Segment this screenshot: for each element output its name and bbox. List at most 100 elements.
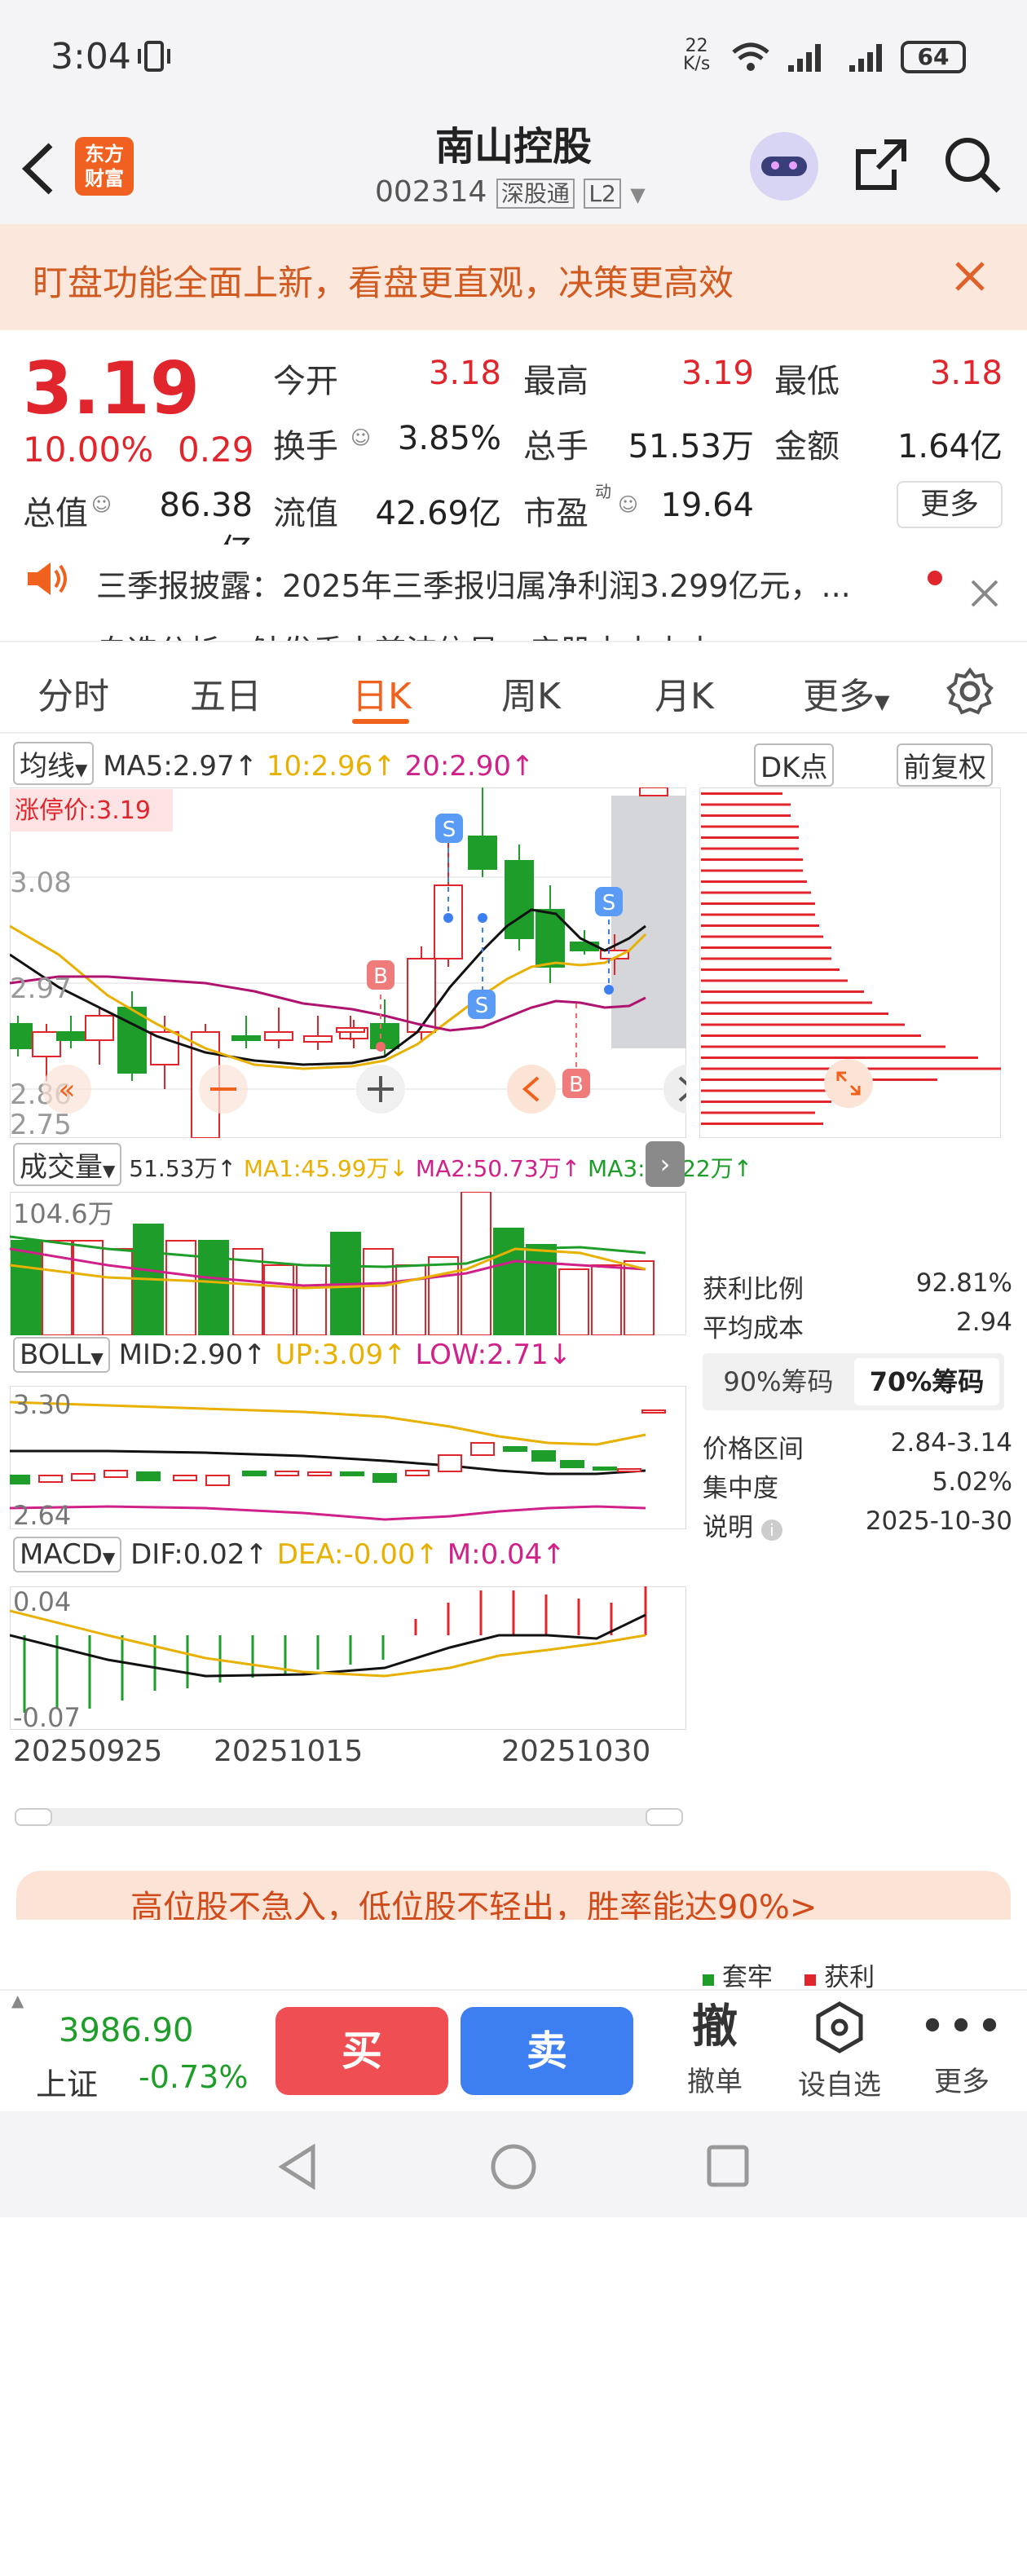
prev-control[interactable] <box>507 1065 556 1114</box>
boll-chart[interactable]: 3.30 2.64 <box>10 1386 686 1529</box>
range-scrollbar[interactable] <box>15 1808 683 1826</box>
volume-bar <box>395 1264 426 1335</box>
tab-intraday[interactable]: 分时 <box>37 667 109 719</box>
svg-text:B: B <box>373 964 388 989</box>
nav-back-icon[interactable] <box>277 2144 318 2190</box>
tab-weekly-k[interactable]: 周K <box>501 667 561 719</box>
macd-selector[interactable]: MACD▼ <box>13 1537 122 1573</box>
expand-panel-button[interactable]: › <box>646 1141 685 1187</box>
boll-selector[interactable]: BOLL▼ <box>13 1337 110 1373</box>
ma5-value: MA5:2.97↑ <box>103 750 258 783</box>
more-actions-button[interactable]: ••• 更多 <box>913 2000 1011 2099</box>
tab-more[interactable]: 更多▼ <box>803 667 889 719</box>
chip-bar <box>701 869 803 872</box>
news-line-2[interactable]: 自选分析：触发季中首波信号，产股中中中中 <box>96 626 716 641</box>
kline-chart[interactable]: 涨停价:3.19 3.08 2.97 2.86 2.75 S S S B B « <box>10 787 686 1138</box>
chip-bar <box>701 1123 823 1125</box>
dk-point-button[interactable]: DK点 <box>754 743 835 787</box>
chip-tab-70[interactable]: 70%筹码 <box>854 1358 999 1405</box>
back-icon[interactable] <box>18 140 59 197</box>
news-ticker[interactable]: 三季报披露：2025年三季报归属净利润3.299亿元，... 自选分析：触发季中… <box>0 545 1027 642</box>
ma-selector[interactable]: 均线▼ <box>13 742 95 785</box>
chip-bar <box>701 1001 872 1004</box>
boll-candle <box>340 1471 364 1476</box>
chip-tab-90[interactable]: 90%筹码 <box>709 1360 848 1404</box>
change-pct: 10.00% <box>23 430 154 470</box>
cancel-order-button[interactable]: 撤 撤单 <box>666 2000 764 2099</box>
search-icon[interactable] <box>941 134 1003 196</box>
scroll-handle-right[interactable] <box>646 1808 683 1826</box>
chip-bar <box>701 968 840 971</box>
volume-bar <box>73 1240 104 1335</box>
more-quote-button[interactable]: 更多 <box>897 481 1003 528</box>
chip-legend: 套牢 获利 <box>703 1956 1012 1993</box>
chip-bar <box>701 825 799 828</box>
info-icon[interactable]: i <box>760 1520 782 1541</box>
caret-up-icon: ▲ <box>11 1991 24 2010</box>
promo-banner[interactable]: 盯盘功能全面上新，看盘更直观，决策更高效 <box>0 224 1027 330</box>
index-name[interactable]: 上证 <box>36 2059 98 2104</box>
high-label: 最高 <box>523 363 588 400</box>
boll-indicator-bar: BOLL▼ MID:2.90↑ UP:3.09↑ LOW:2.71↓ <box>13 1337 571 1373</box>
macd-chart[interactable]: 0.04 -0.07 <box>10 1586 686 1730</box>
chip-bar <box>701 1012 888 1015</box>
expand-icon[interactable] <box>823 1058 874 1109</box>
more-label: 更多 <box>934 2066 990 2098</box>
svg-text:S: S <box>602 891 616 915</box>
svg-text:S: S <box>475 994 489 1018</box>
close-icon[interactable] <box>954 260 986 293</box>
promo-strip[interactable]: 高位股不急入，低位股不轻出，胜率能达90%> <box>16 1871 1011 1920</box>
stock-code: 002314 <box>375 175 487 209</box>
tab-monthly-k[interactable]: 月K <box>655 667 714 719</box>
index-change[interactable]: -0.73% <box>139 2059 248 2095</box>
signal-icon-2 <box>849 44 882 72</box>
chip-bar <box>701 1023 905 1026</box>
tab-daily-k[interactable]: 日K <box>352 667 412 719</box>
volume-selector[interactable]: 成交量▼ <box>13 1143 122 1186</box>
volume-indicator-bar: 成交量▼ 51.53万↑ MA1:45.99万↓ MA2:50.73万↑ MA3… <box>13 1143 752 1186</box>
system-nav-bar <box>0 2111 1027 2217</box>
chip-range-toggle: 90%筹码 70%筹码 <box>703 1353 1004 1410</box>
y-tick-1: 3.08 <box>10 867 72 899</box>
chip-bar <box>701 913 815 916</box>
open-value: 3.18 <box>428 355 501 392</box>
low-label: 最低 <box>774 363 840 400</box>
news-line-1[interactable]: 三季报披露：2025年三季报归属净利润3.299亿元，... <box>96 561 862 606</box>
boll-candle <box>405 1470 430 1476</box>
add-watchlist-button[interactable]: 设自选 <box>791 2000 888 2102</box>
sell-button[interactable]: 卖 <box>461 2007 633 2095</box>
status-bar: 3:04 22 K/s 64 <box>0 0 1027 114</box>
nav-recents-icon[interactable] <box>706 2144 750 2188</box>
volume-bar <box>102 1248 133 1335</box>
vibrate-icon <box>138 41 170 72</box>
buy-button[interactable]: 买 <box>275 2007 448 2095</box>
cancel-icon: 撤 <box>692 2000 738 2053</box>
scroll-handle-left[interactable] <box>15 1808 52 1826</box>
volume-bar <box>624 1260 655 1335</box>
assistant-avatar[interactable] <box>750 132 818 201</box>
boll-candle <box>136 1471 161 1481</box>
index-value[interactable]: 3986.90 <box>59 2012 193 2049</box>
volume-chart[interactable]: 104.6万 <box>10 1192 686 1335</box>
tab-five-day[interactable]: 五日 <box>190 667 262 719</box>
gear-icon[interactable] <box>945 667 994 716</box>
ma10-value: 10:2.96↑ <box>266 750 396 783</box>
adjust-button[interactable]: 前复权 <box>897 743 993 787</box>
info-icon[interactable]: ☺ <box>91 493 112 516</box>
close-icon[interactable] <box>970 579 999 608</box>
boll-candle <box>470 1442 495 1456</box>
info-icon[interactable]: ☺ <box>618 493 638 516</box>
info-icon[interactable]: ☺ <box>350 426 371 449</box>
app-logo[interactable]: 东方 财富 <box>75 137 134 196</box>
clock: 3:04 <box>51 36 131 77</box>
macd-y-bottom: -0.07 <box>13 1702 81 1730</box>
nav-home-icon[interactable] <box>489 2142 538 2191</box>
stock-code-row[interactable]: 002314 深股通 L2 ▼ <box>375 175 646 209</box>
candle <box>505 845 534 951</box>
stock-name: 南山控股 <box>434 124 592 170</box>
boll-candle <box>104 1470 128 1478</box>
svg-text:S: S <box>443 818 456 842</box>
avg-cost-row: 平均成本 2.94 <box>703 1308 1012 1343</box>
share-icon[interactable] <box>852 137 909 194</box>
tab-indicator <box>352 719 409 724</box>
